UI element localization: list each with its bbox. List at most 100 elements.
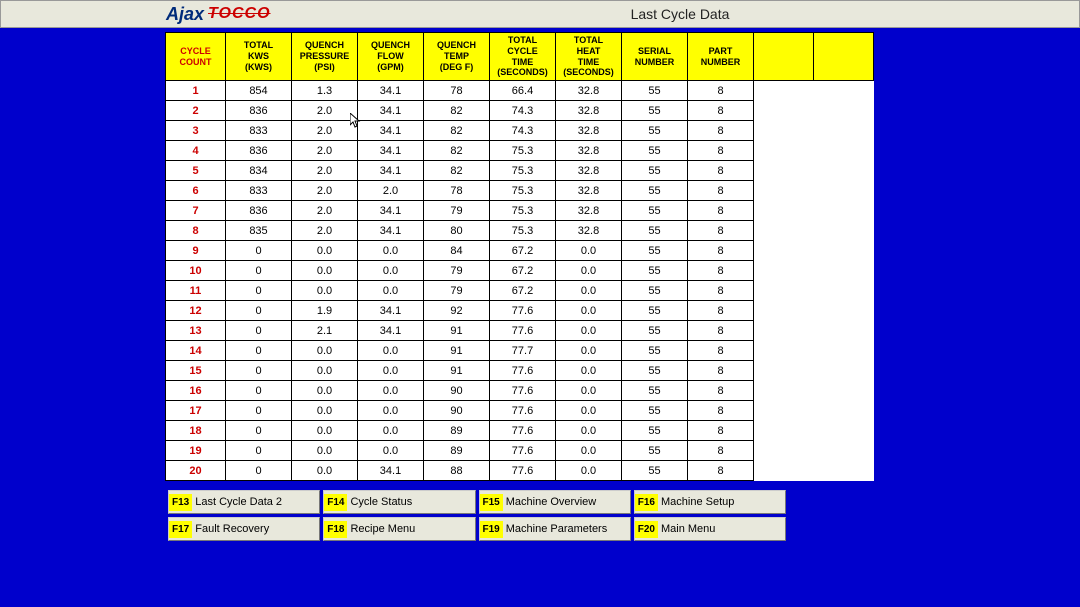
cell: 77.6 (490, 381, 556, 401)
cell: 9 (166, 241, 226, 261)
nav-button-f20[interactable]: F20Main Menu (634, 517, 786, 541)
table-row: 88352.034.18075.332.8558 (166, 221, 874, 241)
cell: 0.0 (358, 241, 424, 261)
table-row: 1201.934.19277.60.0558 (166, 301, 874, 321)
table-row: 900.00.08467.20.0558 (166, 241, 874, 261)
cell: 74.3 (490, 121, 556, 141)
cell: 2.1 (292, 321, 358, 341)
cell: 0 (226, 241, 292, 261)
cell: 89 (424, 441, 490, 461)
cell: 67.2 (490, 261, 556, 281)
cell: 8 (688, 201, 754, 221)
cell: 0.0 (556, 261, 622, 281)
fkey-label: F20 (635, 521, 658, 538)
cell: 67.2 (490, 241, 556, 261)
cell: 84 (424, 241, 490, 261)
cell: 0.0 (292, 261, 358, 281)
cell: 0.0 (292, 441, 358, 461)
table-row: 38332.034.18274.332.8558 (166, 121, 874, 141)
cell: 67.2 (490, 281, 556, 301)
cell: 82 (424, 161, 490, 181)
cell: 834 (226, 161, 292, 181)
cell: 77.7 (490, 341, 556, 361)
cell: 835 (226, 221, 292, 241)
cell: 55 (622, 101, 688, 121)
cell: 8 (688, 421, 754, 441)
cell: 8 (688, 101, 754, 121)
cell: 55 (622, 361, 688, 381)
cell: 0.0 (556, 421, 622, 441)
nav-label: Fault Recovery (192, 521, 272, 537)
nav-button-f15[interactable]: F15Machine Overview (479, 490, 631, 514)
cell: 75.3 (490, 201, 556, 221)
cell: 0.0 (358, 381, 424, 401)
cell: 66.4 (490, 81, 556, 101)
cell: 8 (688, 461, 754, 481)
nav-button-f19[interactable]: F19Machine Parameters (479, 517, 631, 541)
cell: 1 (166, 81, 226, 101)
cell: 55 (622, 141, 688, 161)
cell: 2.0 (358, 181, 424, 201)
cell: 80 (424, 221, 490, 241)
cell: 0.0 (556, 321, 622, 341)
cell: 2.0 (292, 141, 358, 161)
nav-button-f18[interactable]: F18Recipe Menu (323, 517, 475, 541)
cell: 77.6 (490, 441, 556, 461)
cell: 55 (622, 281, 688, 301)
cell: 77.6 (490, 461, 556, 481)
nav-label: Machine Setup (658, 494, 737, 510)
table-row: 28362.034.18274.332.8558 (166, 101, 874, 121)
col-header-1: TOTALKWS(KWS) (226, 33, 292, 81)
cell: 91 (424, 361, 490, 381)
cell: 78 (424, 181, 490, 201)
cell: 55 (622, 261, 688, 281)
cell: 8 (688, 121, 754, 141)
table-row: 1500.00.09177.60.0558 (166, 361, 874, 381)
logo-tocco: TOCCO (208, 5, 270, 23)
cell: 8 (688, 241, 754, 261)
table-row: 68332.02.07875.332.8558 (166, 181, 874, 201)
cell: 90 (424, 381, 490, 401)
table-row: 78362.034.17975.332.8558 (166, 201, 874, 221)
cell: 11 (166, 281, 226, 301)
cell: 2.0 (292, 101, 358, 121)
cell: 32.8 (556, 121, 622, 141)
nav-label: Machine Overview (503, 494, 599, 510)
cell: 0.0 (556, 281, 622, 301)
nav-button-f17[interactable]: F17Fault Recovery (168, 517, 320, 541)
nav-button-f13[interactable]: F13Last Cycle Data 2 (168, 490, 320, 514)
cell: 0.0 (556, 461, 622, 481)
cell: 7 (166, 201, 226, 221)
col-header-empty-1 (814, 33, 874, 81)
cell: 79 (424, 261, 490, 281)
col-header-3: QUENCHFLOW(GPM) (358, 33, 424, 81)
cell: 14 (166, 341, 226, 361)
cell: 8 (166, 221, 226, 241)
cell: 4 (166, 141, 226, 161)
cell: 8 (688, 81, 754, 101)
cell: 55 (622, 321, 688, 341)
cell: 0 (226, 421, 292, 441)
logo: Ajax TOCCO (166, 4, 271, 25)
cell: 10 (166, 261, 226, 281)
cell: 55 (622, 341, 688, 361)
cell: 8 (688, 441, 754, 461)
cell: 91 (424, 321, 490, 341)
cell: 854 (226, 81, 292, 101)
cell: 836 (226, 141, 292, 161)
cell: 0.0 (556, 381, 622, 401)
table-row: 1700.00.09077.60.0558 (166, 401, 874, 421)
cell: 32.8 (556, 101, 622, 121)
nav-button-f14[interactable]: F14Cycle Status (323, 490, 475, 514)
cell: 18 (166, 421, 226, 441)
nav-button-f16[interactable]: F16Machine Setup (634, 490, 786, 514)
cell: 55 (622, 181, 688, 201)
cell: 8 (688, 321, 754, 341)
col-header-7: SERIALNUMBER (622, 33, 688, 81)
cell: 78 (424, 81, 490, 101)
table-row: 1302.134.19177.60.0558 (166, 321, 874, 341)
cell: 55 (622, 421, 688, 441)
cell: 8 (688, 301, 754, 321)
col-header-empty-0 (754, 33, 814, 81)
cell: 0.0 (556, 401, 622, 421)
